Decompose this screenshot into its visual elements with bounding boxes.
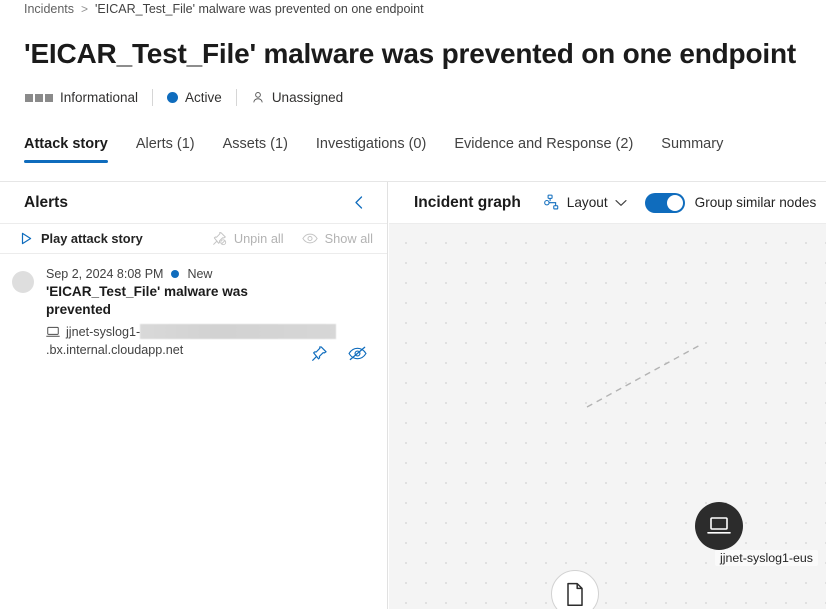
alerts-pane-header: Alerts bbox=[0, 182, 387, 224]
status-indicator: Active bbox=[167, 90, 222, 105]
laptop-icon bbox=[707, 517, 731, 534]
breadcrumb-current: 'EICAR_Test_File' malware was prevented … bbox=[95, 2, 424, 16]
alert-state-label: New bbox=[187, 267, 213, 281]
breadcrumb-incidents-link[interactable]: Incidents bbox=[24, 2, 74, 16]
alerts-pane: Alerts Play attack story Unpin all Show … bbox=[0, 182, 388, 609]
device-node-label: jjnet-syslog1-eus bbox=[715, 550, 818, 566]
layout-button[interactable]: Layout bbox=[543, 194, 627, 211]
device-icon bbox=[46, 326, 60, 337]
collapse-panel-button[interactable] bbox=[345, 190, 371, 216]
assignment-indicator[interactable]: Unassigned bbox=[251, 90, 343, 105]
incident-graph-title: Incident graph bbox=[414, 193, 521, 211]
alert-host-prefix: jjnet-syslog1- bbox=[66, 325, 141, 339]
file-node-circle bbox=[551, 570, 599, 609]
tab-evidence-and-response[interactable]: Evidence and Response (2) bbox=[440, 136, 647, 163]
pin-alert-button[interactable] bbox=[309, 343, 329, 363]
breadcrumb: Incidents > 'EICAR_Test_File' malware wa… bbox=[24, 2, 424, 16]
document-icon bbox=[567, 582, 583, 606]
tab-summary[interactable]: Summary bbox=[647, 136, 737, 163]
pin-icon bbox=[311, 345, 327, 361]
meta-divider bbox=[152, 89, 154, 106]
alerts-toolbar-actions: Unpin all Show all bbox=[212, 231, 373, 246]
incident-page: Incidents > 'EICAR_Test_File' malware wa… bbox=[0, 0, 826, 609]
alert-row: Sep 2, 2024 8:08 PM New 'EICAR_Test_File… bbox=[12, 267, 371, 361]
unpin-all-label: Unpin all bbox=[233, 231, 284, 246]
alert-host: jjnet-syslog1- .bx.internal.cloudapp.net bbox=[46, 323, 371, 361]
unpin-all-button[interactable]: Unpin all bbox=[212, 231, 284, 246]
alerts-pane-toolbar: Play attack story Unpin all Show all bbox=[0, 224, 387, 254]
eye-icon bbox=[301, 233, 318, 244]
alert-host-suffix-1: .bx.internal bbox=[46, 343, 108, 357]
tab-alerts[interactable]: Alerts (1) bbox=[122, 136, 209, 163]
status-label: Active bbox=[185, 90, 222, 105]
incident-graph-canvas[interactable]: jjnet-syslog1-eus eicar.com.txt bbox=[389, 224, 826, 609]
chevron-down-icon bbox=[615, 199, 627, 206]
incident-graph-header: Incident graph Layout Group similar node… bbox=[389, 182, 826, 224]
status-dot-icon bbox=[167, 92, 179, 103]
layout-label: Layout bbox=[566, 195, 608, 210]
alerts-pane-title: Alerts bbox=[24, 193, 68, 211]
tab-assets[interactable]: Assets (1) bbox=[209, 136, 302, 163]
alert-timeline-node bbox=[12, 271, 34, 293]
alert-host-suffix-2: .cloudapp.net bbox=[107, 343, 184, 357]
hide-alert-button[interactable] bbox=[347, 343, 367, 363]
device-node-circle bbox=[695, 502, 743, 550]
alert-timestamp: Sep 2, 2024 8:08 PM bbox=[46, 267, 164, 281]
unpin-icon bbox=[213, 232, 226, 246]
play-attack-story-label: Play attack story bbox=[41, 231, 143, 246]
group-similar-nodes-toggle[interactable]: Group similar nodes bbox=[644, 192, 817, 213]
incident-meta-row: Informational Active Unassigned bbox=[25, 89, 343, 106]
alert-actions bbox=[309, 343, 367, 363]
graph-node-device[interactable]: jjnet-syslog1-eus bbox=[695, 502, 818, 566]
person-icon bbox=[253, 92, 263, 103]
alert-title[interactable]: 'EICAR_Test_File' malware was prevented bbox=[46, 283, 276, 319]
severity-label: Informational bbox=[60, 90, 139, 105]
page-title: 'EICAR_Test_File' malware was prevented … bbox=[24, 38, 796, 69]
alert-card[interactable]: Sep 2, 2024 8:08 PM New 'EICAR_Test_File… bbox=[0, 255, 387, 369]
toggle-knob bbox=[666, 194, 683, 211]
show-all-button[interactable]: Show all bbox=[301, 231, 373, 246]
graph-node-file[interactable]: eicar.com.txt bbox=[551, 570, 599, 609]
tab-attack-story[interactable]: Attack story bbox=[24, 136, 122, 163]
incident-graph-pane: Incident graph Layout Group similar node… bbox=[389, 182, 826, 609]
severity-bars-icon bbox=[25, 93, 53, 102]
incident-content: Alerts Play attack story Unpin all Show … bbox=[0, 181, 826, 609]
alert-state-dot-icon bbox=[171, 270, 180, 278]
eye-off-icon bbox=[347, 346, 367, 360]
severity-indicator: Informational bbox=[25, 90, 138, 105]
alert-host-redacted bbox=[140, 324, 337, 339]
chevron-left-icon bbox=[354, 196, 362, 209]
play-attack-story-button[interactable]: Play attack story bbox=[20, 231, 143, 246]
incident-tabs: Attack story Alerts (1) Assets (1) Inves… bbox=[24, 136, 737, 163]
show-all-label: Show all bbox=[324, 231, 373, 246]
toggle-switch[interactable] bbox=[644, 192, 685, 213]
meta-divider-2 bbox=[235, 89, 237, 106]
alert-body: Sep 2, 2024 8:08 PM New 'EICAR_Test_File… bbox=[46, 267, 371, 361]
alert-meta: Sep 2, 2024 8:08 PM New bbox=[46, 267, 371, 281]
group-similar-nodes-label: Group similar nodes bbox=[694, 195, 817, 210]
tab-investigations[interactable]: Investigations (0) bbox=[302, 136, 440, 163]
play-icon bbox=[21, 232, 32, 245]
assignment-label: Unassigned bbox=[271, 90, 344, 105]
breadcrumb-separator-icon: > bbox=[81, 2, 89, 16]
hierarchy-icon bbox=[543, 194, 559, 210]
